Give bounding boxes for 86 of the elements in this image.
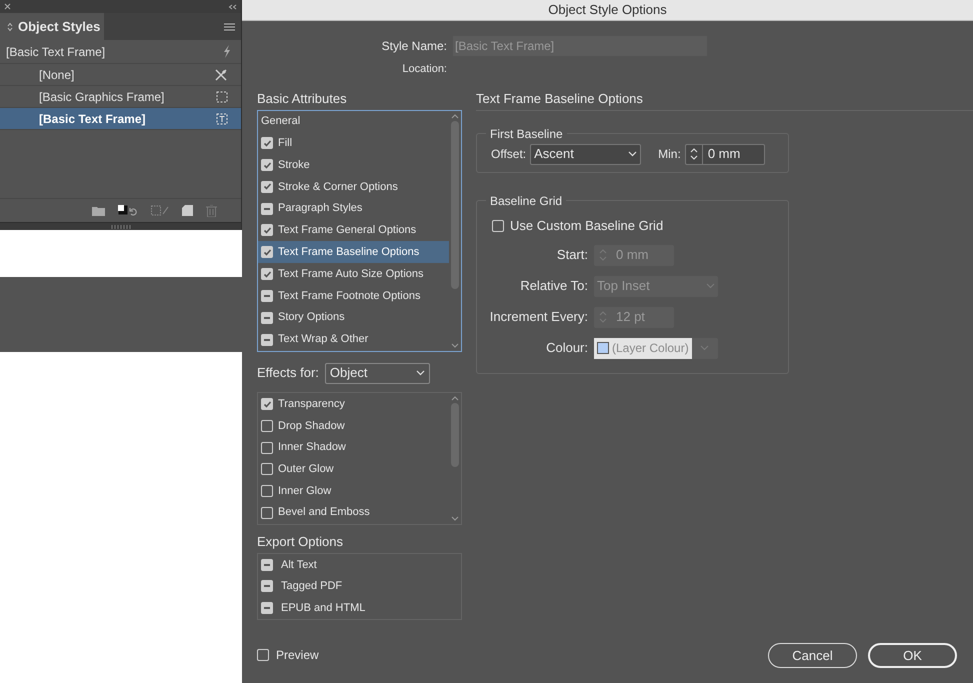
- checkbox[interactable]: [261, 268, 273, 280]
- close-icon[interactable]: [4, 3, 11, 10]
- clear-overrides-icon[interactable]: [118, 204, 138, 216]
- list-item[interactable]: Paragraph Styles: [258, 198, 449, 220]
- ignored-checkbox[interactable]: [261, 290, 273, 302]
- colour-swatch: [597, 342, 609, 354]
- collapse-icon[interactable]: [228, 4, 237, 10]
- list-item[interactable]: Text Frame Footnote Options: [258, 285, 449, 307]
- new-style-icon[interactable]: [182, 205, 193, 216]
- list-item[interactable]: Alt Text: [258, 554, 461, 576]
- style-name-label: Style Name:: [380, 38, 447, 55]
- list-item[interactable]: Tagged PDF: [258, 576, 461, 598]
- scroll-down-icon[interactable]: [451, 342, 459, 348]
- section-heading: Export Options: [257, 534, 344, 548]
- ignored-checkbox[interactable]: [261, 312, 273, 324]
- min-field[interactable]: 0 mm: [684, 144, 765, 164]
- dashed-frame-icon: [216, 90, 228, 102]
- list-item[interactable]: Story Options: [258, 306, 449, 329]
- list-item[interactable]: Transparency: [258, 394, 449, 416]
- ignored-checkbox[interactable]: [261, 580, 273, 592]
- checkbox[interactable]: [261, 137, 273, 150]
- list-item[interactable]: Text Frame Baseline Options: [258, 241, 449, 264]
- crossed-pen-icon: [214, 68, 228, 82]
- list-item[interactable]: Fill: [258, 132, 449, 154]
- list-item[interactable]: Text Wrap & Other: [258, 328, 449, 350]
- chevron-down-icon: [700, 345, 710, 351]
- checkbox[interactable]: [261, 159, 273, 172]
- checkbox[interactable]: [261, 463, 273, 476]
- folder-icon[interactable]: [92, 206, 105, 216]
- effects-for-dropdown[interactable]: Object: [324, 362, 430, 384]
- checkbox[interactable]: [261, 246, 273, 258]
- list-item[interactable]: Stroke & Corner Options: [258, 176, 449, 198]
- field-label: Colour:: [545, 339, 588, 358]
- text-frame-icon: [216, 112, 228, 124]
- scroll-up-icon[interactable]: [451, 112, 459, 118]
- menu-icon[interactable]: [224, 23, 235, 31]
- location-label: Location:: [401, 62, 447, 77]
- current-style-label: [Basic Text Frame]: [6, 44, 106, 60]
- scroll-up-icon[interactable]: [451, 394, 459, 400]
- list-item[interactable]: EPUB and HTML: [258, 597, 461, 618]
- checkbox[interactable]: [261, 420, 273, 432]
- list-item[interactable]: Text Frame Auto Size Options: [258, 263, 449, 285]
- section-heading: Basic Attributes: [257, 90, 348, 106]
- section-title: Text Frame Baseline Options: [476, 90, 644, 106]
- window-title: Object Style Options: [548, 1, 667, 20]
- checkbox[interactable]: [261, 398, 273, 410]
- sort-arrows-icon: [7, 22, 13, 32]
- dialog-button[interactable]: OK: [868, 643, 957, 668]
- checkbox[interactable]: [492, 220, 504, 232]
- scroll-down-icon[interactable]: [451, 516, 459, 522]
- style-row[interactable]: [None]: [0, 64, 241, 86]
- panel-tab[interactable]: Object Styles: [0, 13, 104, 40]
- chevron-down-icon: [416, 370, 425, 376]
- effects-for-label: Effects for:: [257, 364, 319, 382]
- offset-dropdown[interactable]: Ascent: [530, 144, 642, 164]
- list-item[interactable]: Stroke: [258, 154, 449, 176]
- checkbox[interactable]: [257, 648, 269, 660]
- chevron-down-icon: [628, 151, 638, 157]
- ignored-checkbox[interactable]: [261, 202, 273, 215]
- lightning-icon[interactable]: [223, 45, 231, 58]
- field-label: Relative To:: [519, 277, 588, 296]
- checkbox[interactable]: [261, 224, 273, 236]
- ignored-checkbox[interactable]: [261, 602, 273, 614]
- checkbox[interactable]: [261, 442, 273, 454]
- resize-grip-icon[interactable]: [110, 224, 130, 228]
- list-item[interactable]: Inner Glow: [258, 480, 449, 502]
- list-item[interactable]: Inner Shadow: [258, 436, 449, 459]
- list-item[interactable]: Text Frame General Options: [258, 220, 449, 242]
- dialog-button[interactable]: Cancel: [768, 643, 857, 668]
- list-item[interactable]: Bevel and Emboss: [258, 502, 449, 524]
- custom-grid-label: Use Custom Baseline Grid: [510, 216, 664, 235]
- style-row[interactable]: [Basic Text Frame]: [0, 108, 241, 130]
- preview-label: Preview: [276, 646, 319, 664]
- chevron-down-icon: [706, 283, 715, 289]
- field-label: Start:: [556, 246, 588, 264]
- checkbox[interactable]: [261, 180, 273, 193]
- field-label: Increment Every:: [488, 308, 588, 326]
- list-item[interactable]: Outer Glow: [258, 458, 449, 480]
- min-label: Min:: [658, 146, 681, 163]
- offset-label: Offset:: [491, 146, 526, 163]
- checkbox[interactable]: [261, 506, 273, 519]
- list-item[interactable]: General: [258, 110, 449, 132]
- list-item[interactable]: Drop Shadow: [258, 415, 449, 437]
- ignored-checkbox[interactable]: [261, 334, 273, 346]
- ignored-checkbox[interactable]: [261, 559, 273, 572]
- checkbox[interactable]: [261, 485, 273, 498]
